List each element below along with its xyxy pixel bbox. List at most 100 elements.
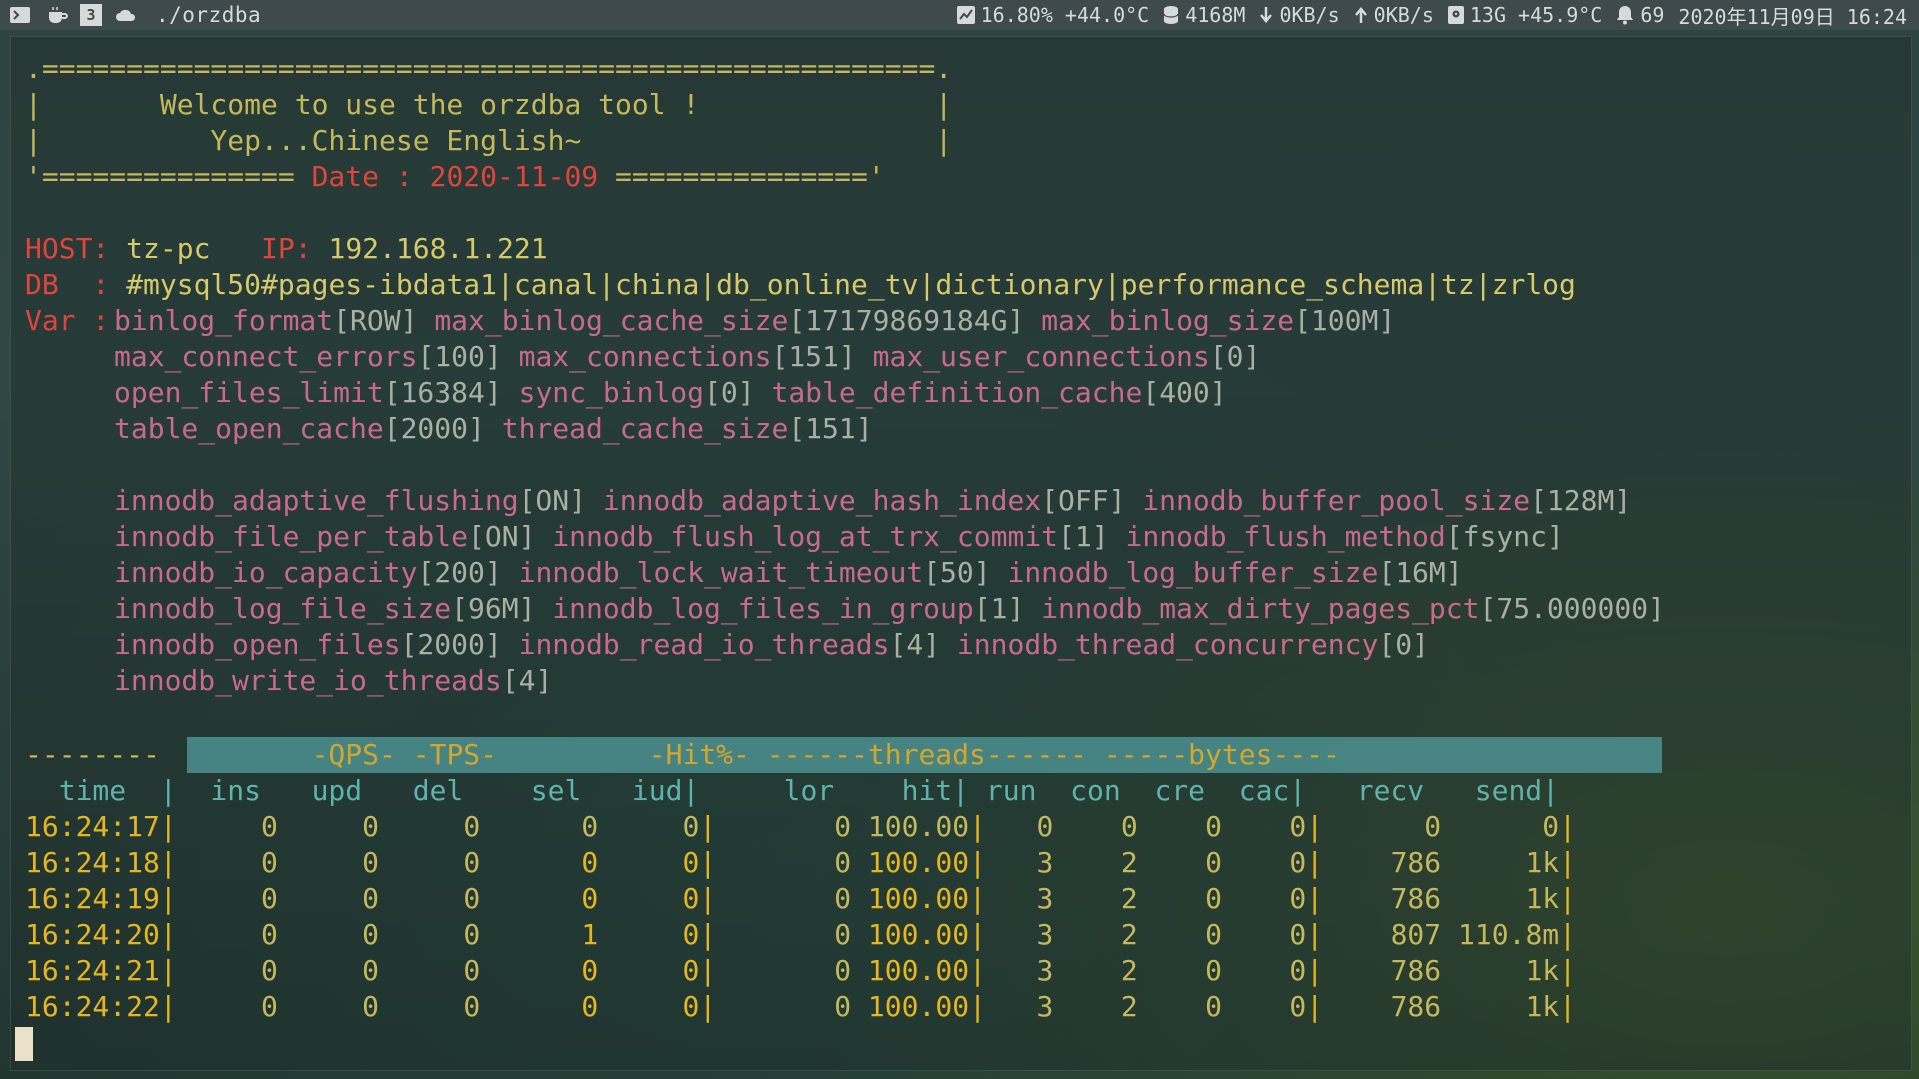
terminal-icon[interactable] (8, 3, 32, 27)
cell-con: 2 (1053, 990, 1138, 1023)
var-value: [16384] (383, 376, 502, 409)
clock[interactable]: 2020年11月09日 16:24 (1678, 1, 1907, 30)
var-name: max_connections (518, 340, 772, 373)
table-row: 16:24:21| 0 0 0 0 0| 0 100.00| 3 2 0 0| … (25, 953, 1576, 989)
column-separator: | (699, 954, 717, 987)
cell-cac: 0 (1221, 954, 1307, 987)
column-separator: | (969, 882, 986, 915)
var-name: innodb_thread_concurrency (956, 628, 1379, 661)
banner-date: Date : 2020-11-09 (311, 160, 599, 193)
cell-del: 0 (379, 954, 481, 987)
cell-send: 1k (1441, 954, 1560, 987)
var-name: innodb_flush_method (1125, 520, 1446, 553)
column-separator: | (1306, 918, 1324, 951)
var-value: [1] (1058, 520, 1109, 553)
var-value: [151] (788, 412, 873, 445)
notify-count[interactable]: 69 (1640, 3, 1664, 27)
status-tray: 16.80% +44.0°C 4168M 0KB/s 0KB/s 13G +45… (949, 1, 1919, 30)
cell-con: 0 (1053, 810, 1138, 843)
banner-subtitle: | Yep...Chinese English~ | (25, 124, 953, 157)
column-separator: | (969, 810, 986, 843)
cell-hit: 100.00 (851, 918, 970, 951)
var-line: binlog_format[ROW] max_binlog_cache_size… (114, 303, 1395, 339)
cell-hit: 100.00 (851, 990, 970, 1023)
net-up-status: 0KB/s (1354, 3, 1434, 27)
column-separator: | (159, 846, 177, 879)
cell-lor: 0 (716, 954, 852, 987)
cell-upd: 0 (277, 846, 380, 879)
var-name: innodb_adaptive_hash_index (602, 484, 1042, 517)
cell-sel: 0 (480, 954, 599, 987)
cell-cac: 0 (1221, 882, 1307, 915)
var-value: [96M] (451, 592, 536, 625)
workspace-indicator[interactable]: 3 (80, 4, 102, 26)
coffee-icon[interactable] (46, 3, 70, 27)
notify-status[interactable]: 69 (1616, 3, 1664, 27)
column-separator: | (1559, 882, 1577, 915)
cell-cre: 0 (1137, 846, 1222, 879)
database-icon (1163, 5, 1179, 25)
cell-recv: 786 (1323, 954, 1442, 987)
cell-send: 1k (1441, 846, 1560, 879)
column-separator: | (1559, 990, 1577, 1023)
column-separator: | (699, 846, 717, 879)
cell-iud: 0 (598, 846, 700, 879)
cpu-status: 16.80% +44.0°C (956, 3, 1150, 27)
column-separator: | (159, 954, 177, 987)
var-value: [ROW] (333, 304, 418, 337)
arrow-down-icon (1259, 6, 1273, 24)
cell-cac: 0 (1221, 918, 1307, 951)
host-line: HOST: tz-pc IP: 192.168.1.221 (25, 231, 548, 267)
var-value: [ON] (468, 520, 536, 553)
cell-sel: 1 (480, 918, 599, 951)
column-header-line: time | ins upd del sel iud| lor hit| run… (25, 774, 1560, 807)
table-row: 16:24:22| 0 0 0 0 0| 0 100.00| 3 2 0 0| … (25, 989, 1576, 1025)
db-label: DB : (25, 268, 110, 301)
cell-ins: 0 (176, 990, 278, 1023)
terminal-cursor (15, 1027, 33, 1061)
db-value: #mysql50#pages-ibdata1|canal|china|db_on… (126, 268, 1576, 301)
var-value: [2000] (383, 412, 485, 445)
var-value: [75.000000] (1479, 592, 1665, 625)
var-name: innodb_adaptive_flushing (114, 484, 519, 517)
var-name: innodb_buffer_pool_size (1142, 484, 1531, 517)
mem-status: 4168M (1163, 3, 1245, 27)
column-separator: | (969, 954, 986, 987)
column-separator: | (969, 918, 986, 951)
cell-cac: 0 (1221, 990, 1307, 1023)
cloud-icon[interactable] (114, 3, 138, 27)
cell-time: 16:24:19 (25, 882, 160, 915)
cell-cre: 0 (1137, 918, 1222, 951)
cell-send: 0 (1441, 810, 1560, 843)
cell-con: 2 (1053, 918, 1138, 951)
disk-text: 13G +45.9°C (1469, 3, 1603, 27)
var-name: innodb_log_file_size (114, 592, 452, 625)
var-name: max_binlog_cache_size (434, 304, 789, 337)
column-separator: | (1306, 990, 1324, 1023)
cell-hit: 100.00 (851, 882, 970, 915)
column-separator: | (1306, 882, 1324, 915)
var-name: innodb_flush_log_at_trx_commit (552, 520, 1059, 553)
cell-upd: 0 (277, 810, 380, 843)
host-value: tz-pc (126, 232, 211, 265)
cell-time: 16:24:22 (25, 990, 160, 1023)
table-row: 16:24:18| 0 0 0 0 0| 0 100.00| 3 2 0 0| … (25, 845, 1576, 881)
cell-recv: 807 (1323, 918, 1442, 951)
var-name: open_files_limit (114, 376, 384, 409)
cell-cre: 0 (1137, 954, 1222, 987)
var-value: [4] (501, 664, 553, 697)
cpu-text: 16.80% +44.0°C (980, 3, 1150, 27)
var-label-line: Var : (25, 303, 109, 339)
column-separator: | (969, 846, 986, 879)
cell-hit: 100.00 (851, 810, 970, 843)
var-label: Var : (25, 304, 110, 337)
cell-ins: 0 (176, 846, 278, 879)
var-value: [16M] (1378, 556, 1463, 589)
net-down-status: 0KB/s (1259, 3, 1340, 27)
column-separator: | (1306, 810, 1324, 843)
cell-lor: 0 (716, 846, 852, 879)
db-line: DB : #mysql50#pages-ibdata1|canal|china|… (25, 267, 1576, 303)
bell-icon[interactable] (1616, 5, 1634, 25)
terminal-window[interactable]: .=======================================… (10, 36, 1912, 1071)
cell-ins: 0 (176, 810, 278, 843)
